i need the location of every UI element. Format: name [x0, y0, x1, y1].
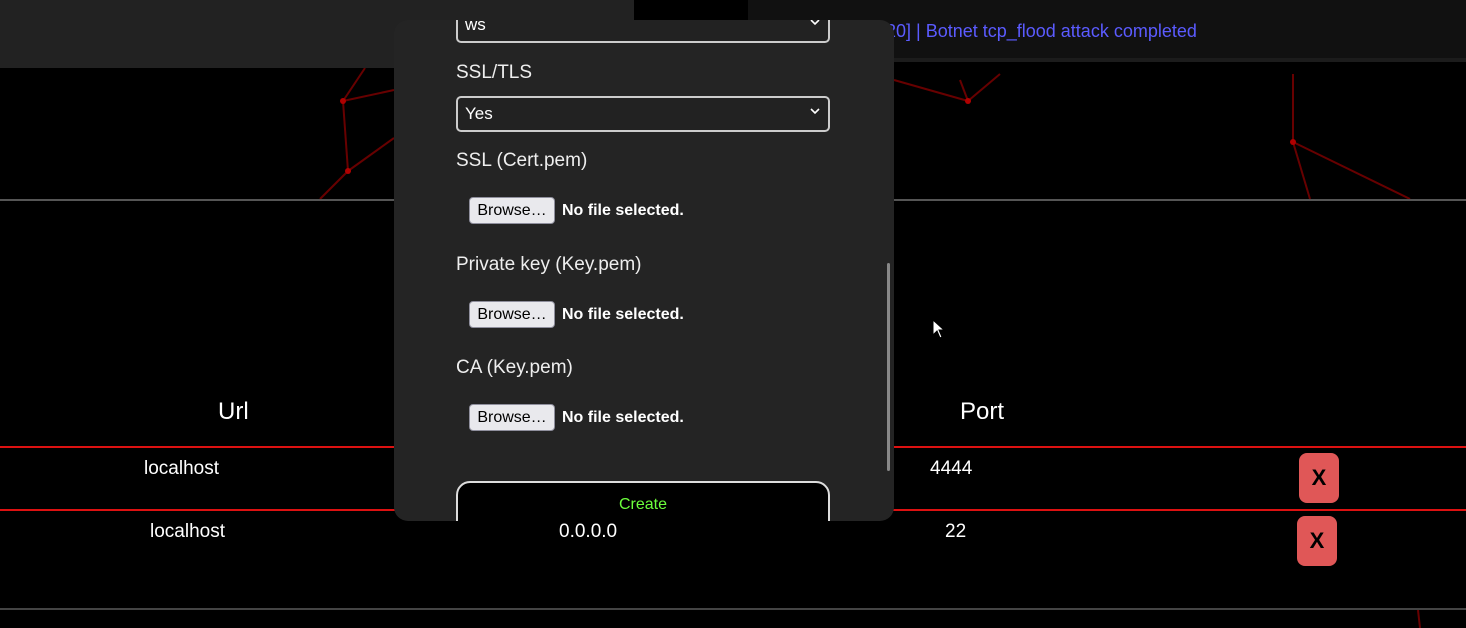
divider: [0, 608, 1466, 610]
row-port: 22: [945, 521, 967, 542]
ca-file-input: Browse… No file selected.: [469, 404, 684, 431]
protocol-select-value: ws: [465, 20, 486, 34]
column-header-port: Port: [960, 398, 1005, 425]
column-header-url: Url: [218, 398, 249, 425]
ssl-tls-label: SSL/TLS: [456, 62, 533, 83]
private-key-browse-button[interactable]: Browse…: [469, 301, 555, 328]
create-listener-modal: ws SSL/TLS Yes SSL (Cert.pem) Browse… No…: [394, 20, 894, 521]
modal-scrollbar[interactable]: [887, 263, 890, 471]
cert-label: SSL (Cert.pem): [456, 150, 588, 171]
private-key-file-status: No file selected.: [562, 305, 684, 323]
protocol-select[interactable]: ws: [456, 20, 830, 43]
cert-file-status: No file selected.: [562, 201, 684, 219]
cert-browse-button[interactable]: Browse…: [469, 197, 555, 224]
row-port: 4444: [930, 458, 973, 479]
log-line: 20] | Botnet tcp_flood attack completed: [886, 21, 1197, 41]
row-ip: 0.0.0.0: [559, 521, 618, 542]
create-button[interactable]: Create: [456, 481, 830, 521]
private-key-label: Private key (Key.pem): [456, 254, 642, 275]
delete-row-button[interactable]: X: [1299, 453, 1339, 503]
delete-row-button[interactable]: X: [1297, 516, 1337, 566]
row-url: localhost: [150, 521, 225, 542]
ssl-tls-select-value: Yes: [465, 104, 493, 123]
mouse-cursor-icon: [932, 319, 946, 339]
ca-label: CA (Key.pem): [456, 357, 573, 378]
chevron-down-icon: [810, 108, 820, 115]
row-url: localhost: [144, 458, 219, 479]
ssl-tls-select[interactable]: Yes: [456, 96, 830, 132]
ca-file-status: No file selected.: [562, 408, 684, 426]
ca-browse-button[interactable]: Browse…: [469, 404, 555, 431]
cert-file-input: Browse… No file selected.: [469, 197, 684, 224]
modal-scroll-content[interactable]: ws SSL/TLS Yes SSL (Cert.pem) Browse… No…: [394, 20, 894, 521]
private-key-file-input: Browse… No file selected.: [469, 301, 684, 328]
chevron-down-icon: [810, 20, 820, 26]
